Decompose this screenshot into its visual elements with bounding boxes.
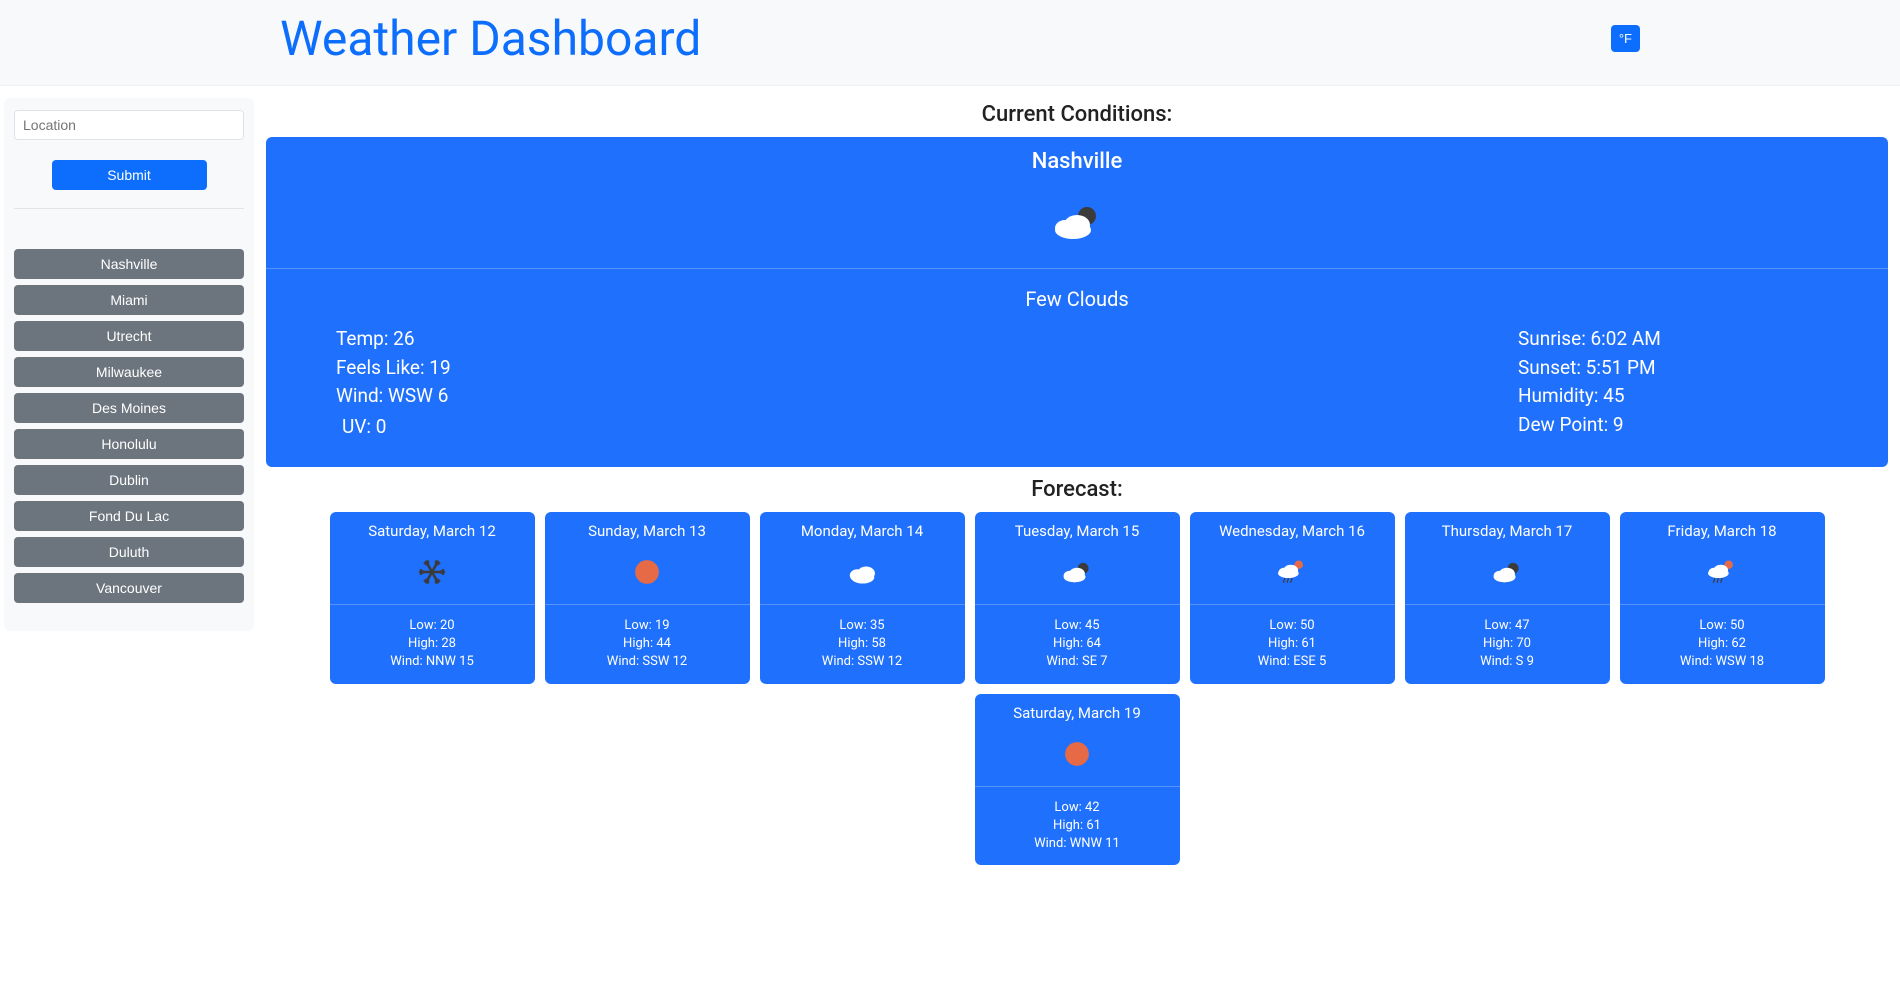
forecast-date: Saturday, March 19 [981, 704, 1174, 722]
history-item[interactable]: Miami [14, 285, 244, 315]
current-description: Few Clouds [336, 287, 1818, 311]
current-section-title: Current Conditions: [266, 102, 1888, 127]
current-wind: Wind: WSW 6 [336, 382, 451, 411]
location-input[interactable] [14, 110, 244, 140]
current-sunset: Sunset: 5:51 PM [1518, 354, 1818, 383]
history-item[interactable]: Milwaukee [14, 357, 244, 387]
current-feels-like: Feels Like: 19 [336, 354, 451, 383]
forecast-wind: Wind: ESE 5 [1196, 653, 1389, 671]
forecast-date: Tuesday, March 15 [981, 522, 1174, 540]
forecast-card: Tuesday, March 15 Low: 45 High: 64 Wind:… [975, 512, 1180, 684]
page-title: Weather Dashboard [280, 10, 701, 67]
history-item[interactable]: Honolulu [14, 429, 244, 459]
current-sunrise: Sunrise: 6:02 AM [1518, 325, 1818, 354]
forecast-wind: Wind: SE 7 [981, 653, 1174, 671]
forecast-low: Low: 45 [981, 617, 1174, 635]
forecast-date: Saturday, March 12 [336, 522, 529, 540]
history-item[interactable]: Vancouver [14, 573, 244, 603]
forecast-weather-icon [1626, 554, 1819, 590]
forecast-card: Sunday, March 13 Low: 19 High: 44 Wind: … [545, 512, 750, 684]
forecast-low: Low: 19 [551, 617, 744, 635]
forecast-card: Friday, March 18 Low: 50 High: 62 Wind: … [1620, 512, 1825, 684]
current-uv: UV: 0 [342, 413, 451, 442]
forecast-weather-icon [981, 554, 1174, 590]
current-dew-point: Dew Point: 9 [1518, 411, 1818, 440]
forecast-card: Saturday, March 19 Low: 42 High: 61 Wind… [975, 694, 1180, 866]
sidebar-divider [14, 208, 244, 209]
forecast-section-title: Forecast: [266, 477, 1888, 502]
forecast-high: High: 61 [981, 817, 1174, 835]
forecast-high: High: 64 [981, 635, 1174, 653]
forecast-card: Thursday, March 17 Low: 47 High: 70 Wind… [1405, 512, 1610, 684]
forecast-weather-icon [551, 554, 744, 590]
forecast-card: Saturday, March 12 Low: 20 High: 28 Wind… [330, 512, 535, 684]
current-city: Nashville [266, 149, 1888, 174]
forecast-date: Monday, March 14 [766, 522, 959, 540]
current-humidity: Humidity: 45 [1518, 382, 1818, 411]
history-item[interactable]: Fond Du Lac [14, 501, 244, 531]
forecast-grid: Saturday, March 12 Low: 20 High: 28 Wind… [266, 512, 1888, 865]
sidebar: Submit Nashville Miami Utrecht Milwaukee Des… [4, 98, 254, 631]
history-item[interactable]: Nashville [14, 249, 244, 279]
current-conditions-card: Nashville Few Clouds Temp: 26 Feels Like… [266, 137, 1888, 467]
forecast-weather-icon [1196, 554, 1389, 590]
forecast-date: Sunday, March 13 [551, 522, 744, 540]
submit-button[interactable]: Submit [52, 160, 207, 190]
app-header: Weather Dashboard °F [0, 0, 1900, 86]
forecast-high: High: 61 [1196, 635, 1389, 653]
forecast-wind: Wind: S 9 [1411, 653, 1604, 671]
forecast-high: High: 58 [766, 635, 959, 653]
forecast-high: High: 44 [551, 635, 744, 653]
forecast-weather-icon [766, 554, 959, 590]
forecast-low: Low: 20 [336, 617, 529, 635]
forecast-wind: Wind: WNW 11 [981, 835, 1174, 853]
history-list: Nashville Miami Utrecht Milwaukee Des Moines… [14, 249, 244, 603]
history-item[interactable]: Duluth [14, 537, 244, 567]
forecast-low: Low: 50 [1626, 617, 1819, 635]
forecast-low: Low: 47 [1411, 617, 1604, 635]
forecast-high: High: 62 [1626, 635, 1819, 653]
forecast-low: Low: 35 [766, 617, 959, 635]
history-item[interactable]: Utrecht [14, 321, 244, 351]
current-right-column: Sunrise: 6:02 AM Sunset: 5:51 PM Humidit… [1518, 325, 1818, 441]
forecast-date: Friday, March 18 [1626, 522, 1819, 540]
history-item[interactable]: Dublin [14, 465, 244, 495]
main-content: Current Conditions: Nashville Few Clouds… [254, 98, 1900, 885]
forecast-date: Thursday, March 17 [1411, 522, 1604, 540]
forecast-low: Low: 50 [1196, 617, 1389, 635]
forecast-high: High: 70 [1411, 635, 1604, 653]
current-left-column: Temp: 26 Feels Like: 19 Wind: WSW 6 UV: … [336, 325, 451, 441]
forecast-date: Wednesday, March 16 [1196, 522, 1389, 540]
forecast-wind: Wind: SSW 12 [766, 653, 959, 671]
current-weather-icon [266, 194, 1888, 250]
current-temp: Temp: 26 [336, 325, 451, 354]
history-item[interactable]: Des Moines [14, 393, 244, 423]
forecast-low: Low: 42 [981, 799, 1174, 817]
forecast-card: Wednesday, March 16 Low: 50 High: 61 Win… [1190, 512, 1395, 684]
forecast-card: Monday, March 14 Low: 35 High: 58 Wind: … [760, 512, 965, 684]
forecast-wind: Wind: WSW 18 [1626, 653, 1819, 671]
forecast-weather-icon [336, 554, 529, 590]
unit-toggle-button[interactable]: °F [1611, 25, 1640, 52]
forecast-wind: Wind: NNW 15 [336, 653, 529, 671]
forecast-weather-icon [1411, 554, 1604, 590]
forecast-high: High: 28 [336, 635, 529, 653]
forecast-weather-icon [981, 736, 1174, 772]
forecast-wind: Wind: SSW 12 [551, 653, 744, 671]
